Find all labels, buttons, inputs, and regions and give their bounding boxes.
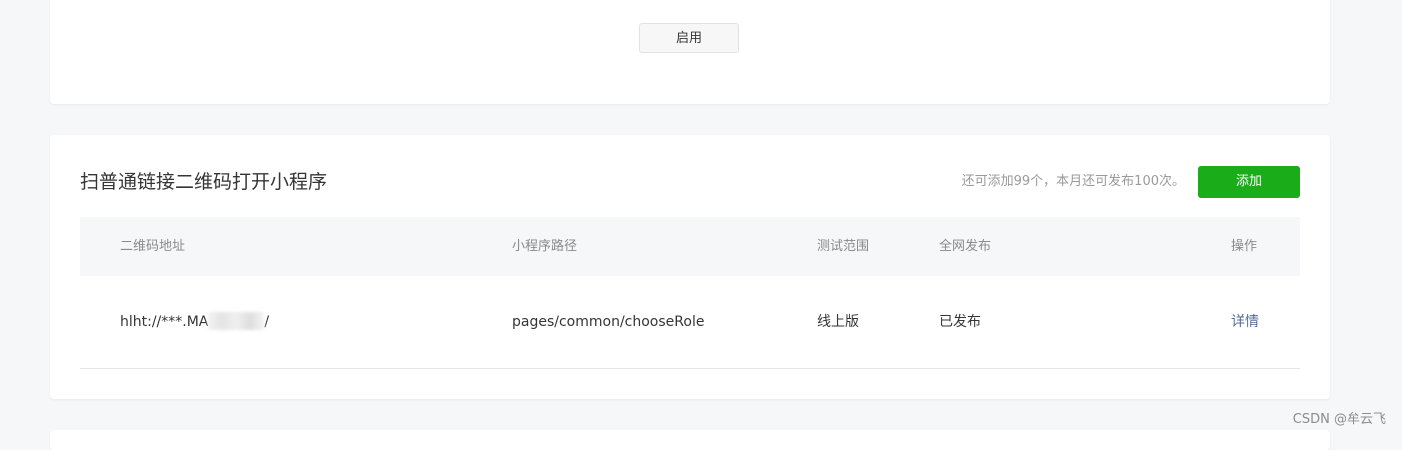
next-card <box>50 430 1330 450</box>
enable-button[interactable]: 启用 <box>639 23 739 53</box>
quota-text: 还可添加99个，本月还可发布100次。 <box>961 174 1185 189</box>
table-header: 二维码地址 小程序路径 测试范围 全网发布 操作 <box>80 217 1300 276</box>
header-qr-address: 二维码地址 <box>120 239 186 254</box>
header-actions: 操作 <box>1231 239 1258 254</box>
test-scope-cell: 线上版 <box>817 314 859 330</box>
miniprogram-path-cell: pages/common/chooseRole <box>512 314 705 330</box>
publish-status-cell: 已发布 <box>939 314 981 330</box>
watermark: CSDN @牟云飞 <box>1292 412 1386 427</box>
table-row: hlht://***.MA / pages/common/chooseRole 线… <box>80 276 1300 369</box>
qr-link-section: 扫普通链接二维码打开小程序 还可添加99个，本月还可发布100次。 添加 二维码… <box>50 135 1330 399</box>
section-title: 扫普通链接二维码打开小程序 <box>80 171 328 193</box>
header-miniprogram-path: 小程序路径 <box>512 239 578 254</box>
qr-address-prefix: hlht://***.MA <box>120 314 209 330</box>
qr-address-cell: hlht://***.MA / <box>120 311 270 332</box>
actions-cell: 详情 <box>1231 312 1259 332</box>
top-card: 启用 <box>50 0 1330 104</box>
add-button[interactable]: 添加 <box>1198 166 1300 198</box>
qr-address-suffix: / <box>264 314 270 330</box>
header-publish: 全网发布 <box>939 239 992 254</box>
qr-rules-table: 二维码地址 小程序路径 测试范围 全网发布 操作 hlht://***.MA / … <box>80 217 1300 369</box>
header-test-scope: 测试范围 <box>817 239 870 254</box>
redacted-mask <box>208 311 265 330</box>
detail-link[interactable]: 详情 <box>1231 314 1259 330</box>
